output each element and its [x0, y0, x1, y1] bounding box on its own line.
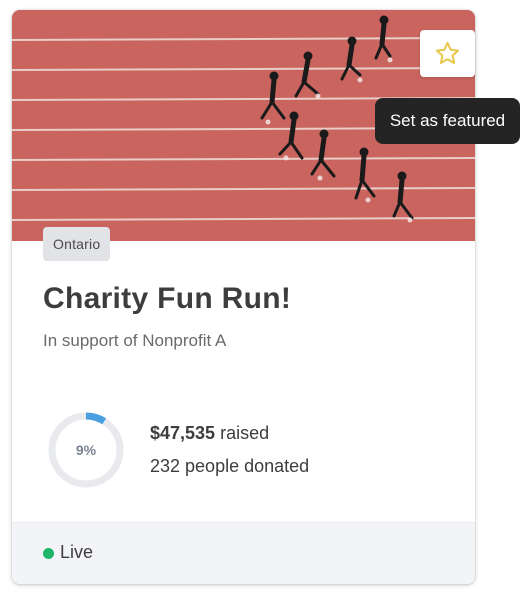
status-label: Live: [60, 542, 94, 562]
featured-tooltip: Set as featured: [375, 98, 520, 144]
region-tag: Ontario: [43, 227, 111, 261]
progress-ring: 9%: [46, 410, 126, 490]
star-outline-icon: [435, 41, 460, 64]
amount-raised-label: raised: [215, 423, 270, 443]
campaign-card[interactable]: Ontario Charity Fun Run! In support of N…: [12, 10, 475, 584]
amount-raised-value: $47,535: [150, 423, 216, 443]
amount-raised: $47,535 raised: [150, 423, 269, 444]
campaign-subtitle: In support of Nonprofit A: [43, 331, 227, 350]
donor-count: 232 people donated: [150, 456, 310, 476]
campaign-title[interactable]: Charity Fun Run!: [43, 282, 291, 316]
card-footer: Live: [12, 522, 475, 584]
live-status-dot-icon: [43, 548, 54, 559]
set-featured-button[interactable]: [420, 30, 475, 77]
progress-percent: 9%: [75, 442, 97, 458]
